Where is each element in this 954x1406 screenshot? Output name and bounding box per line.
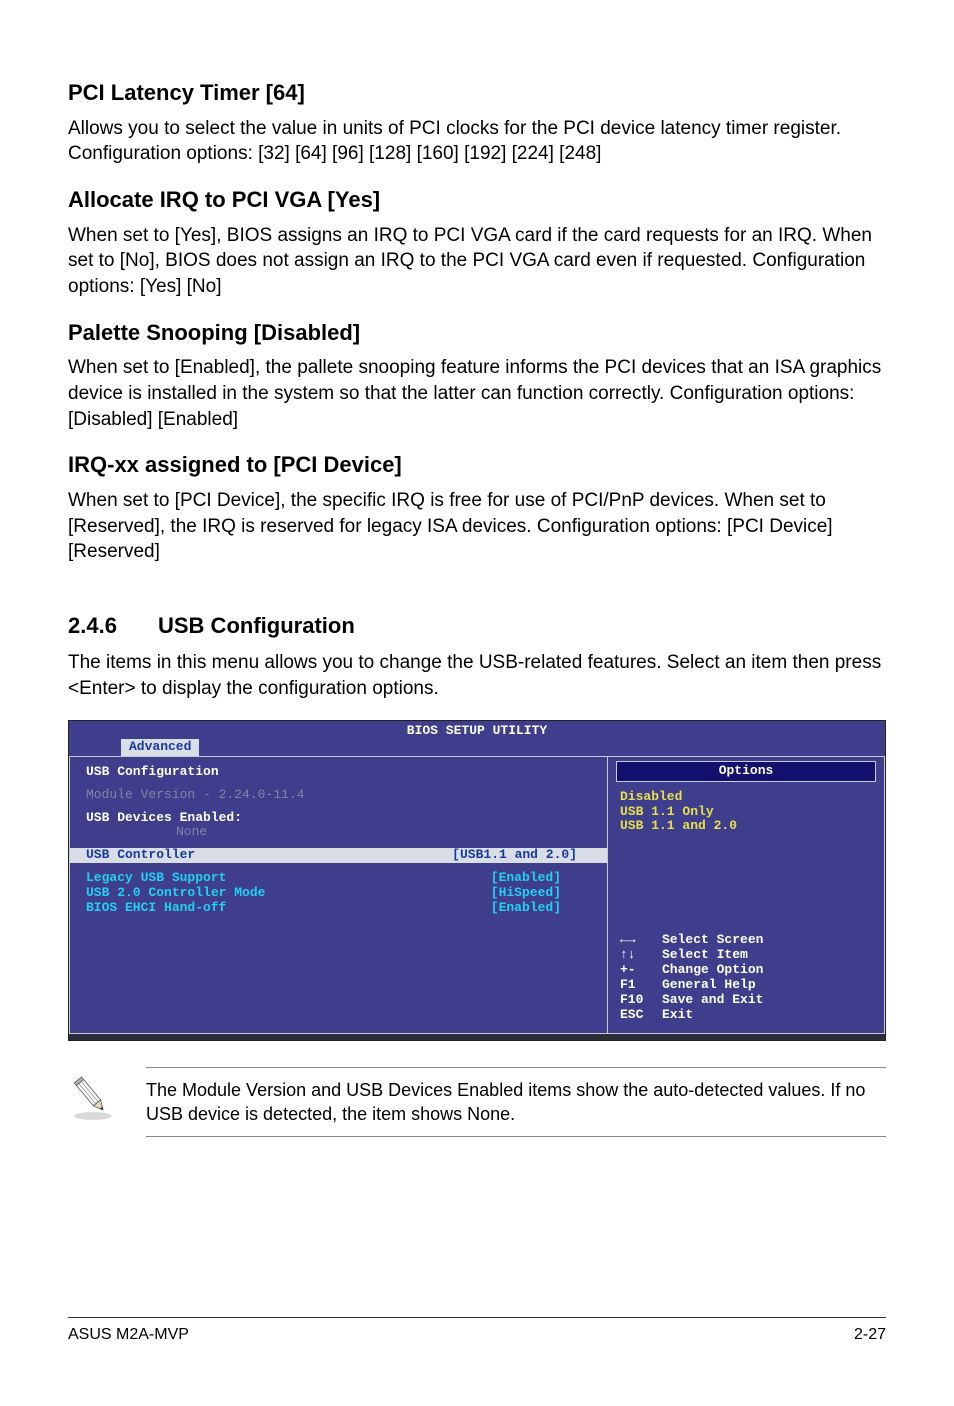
heading-irqxx: IRQ-xx assigned to [PCI Device] bbox=[68, 450, 886, 480]
bios-setup-screenshot: BIOS SETUP UTILITY Advanced USB Configur… bbox=[68, 720, 886, 1041]
usb-config-intro: The items in this menu allows you to cha… bbox=[68, 650, 886, 701]
bios-sel-label: USB Controller bbox=[70, 848, 195, 863]
bios-help-key: ↑↓ bbox=[620, 948, 662, 963]
bios-row-value: [Enabled] bbox=[491, 901, 561, 916]
bios-left-heading: USB Configuration bbox=[86, 765, 591, 780]
bios-help-key: +- bbox=[620, 963, 662, 978]
bios-right-pane: Options Disabled USB 1.1 Only USB 1.1 an… bbox=[608, 757, 885, 1034]
bios-tab-advanced: Advanced bbox=[121, 739, 199, 756]
bios-help-key: ESC bbox=[620, 1008, 662, 1023]
bios-left-pane: USB Configuration Module Version - 2.24.… bbox=[69, 757, 608, 1034]
bios-help-key: F1 bbox=[620, 978, 662, 993]
bios-help-text: General Help bbox=[662, 978, 756, 993]
body-allocate-irq: When set to [Yes], BIOS assigns an IRQ t… bbox=[68, 223, 886, 300]
bios-help-text: Select Screen bbox=[662, 933, 763, 948]
bios-option: USB 1.1 and 2.0 bbox=[620, 819, 872, 834]
bios-sel-value: [USB1.1 and 2.0] bbox=[452, 848, 577, 863]
heading-pci-latency: PCI Latency Timer [64] bbox=[68, 78, 886, 108]
body-palette: When set to [Enabled], the pallete snoop… bbox=[68, 355, 886, 432]
bios-help-text: Select Item bbox=[662, 948, 748, 963]
bios-row-label: USB 2.0 Controller Mode bbox=[86, 886, 265, 901]
bios-devices-label: USB Devices Enabled: bbox=[86, 811, 591, 826]
bios-row-value: [HiSpeed] bbox=[491, 886, 561, 901]
bios-bottom-bar bbox=[69, 1034, 885, 1040]
bios-row-label: BIOS EHCI Hand-off bbox=[86, 901, 226, 916]
bios-help-text: Exit bbox=[662, 1008, 693, 1023]
bios-help-key: ←→ bbox=[620, 933, 662, 948]
page-footer: ASUS M2A-MVP 2-27 bbox=[68, 1317, 886, 1346]
bios-help-list: ←→Select Screen ↑↓Select Item +-Change O… bbox=[620, 933, 872, 1023]
note-text: The Module Version and USB Devices Enabl… bbox=[146, 1067, 886, 1138]
bios-module-version: Module Version - 2.24.0-11.4 bbox=[86, 788, 591, 803]
section-number: 2.4.6 bbox=[68, 611, 158, 641]
body-pci-latency: Allows you to select the value in units … bbox=[68, 116, 886, 167]
pencil-note-icon bbox=[68, 1073, 118, 1131]
section-usb-config-heading: 2.4.6USB Configuration bbox=[68, 611, 886, 641]
body-irqxx: When set to [PCI Device], the specific I… bbox=[68, 488, 886, 565]
footer-left: ASUS M2A-MVP bbox=[68, 1324, 189, 1346]
bios-option: USB 1.1 Only bbox=[620, 805, 872, 820]
bios-tab-row: Advanced bbox=[69, 739, 885, 756]
bios-row-label: Legacy USB Support bbox=[86, 871, 226, 886]
bios-devices-value: None bbox=[86, 825, 591, 840]
bios-options-heading: Options bbox=[616, 761, 876, 782]
footer-right: 2-27 bbox=[854, 1324, 886, 1346]
bios-selected-row: USB Controller [USB1.1 and 2.0] bbox=[70, 848, 607, 863]
section-title: USB Configuration bbox=[158, 613, 355, 638]
heading-palette: Palette Snooping [Disabled] bbox=[68, 318, 886, 348]
heading-allocate-irq: Allocate IRQ to PCI VGA [Yes] bbox=[68, 185, 886, 215]
bios-option: Disabled bbox=[620, 790, 872, 805]
bios-help-key: F10 bbox=[620, 993, 662, 1008]
bios-row-value: [Enabled] bbox=[491, 871, 561, 886]
bios-title: BIOS SETUP UTILITY bbox=[69, 721, 885, 739]
note-box: The Module Version and USB Devices Enabl… bbox=[68, 1067, 886, 1138]
bios-help-text: Save and Exit bbox=[662, 993, 763, 1008]
bios-help-text: Change Option bbox=[662, 963, 763, 978]
